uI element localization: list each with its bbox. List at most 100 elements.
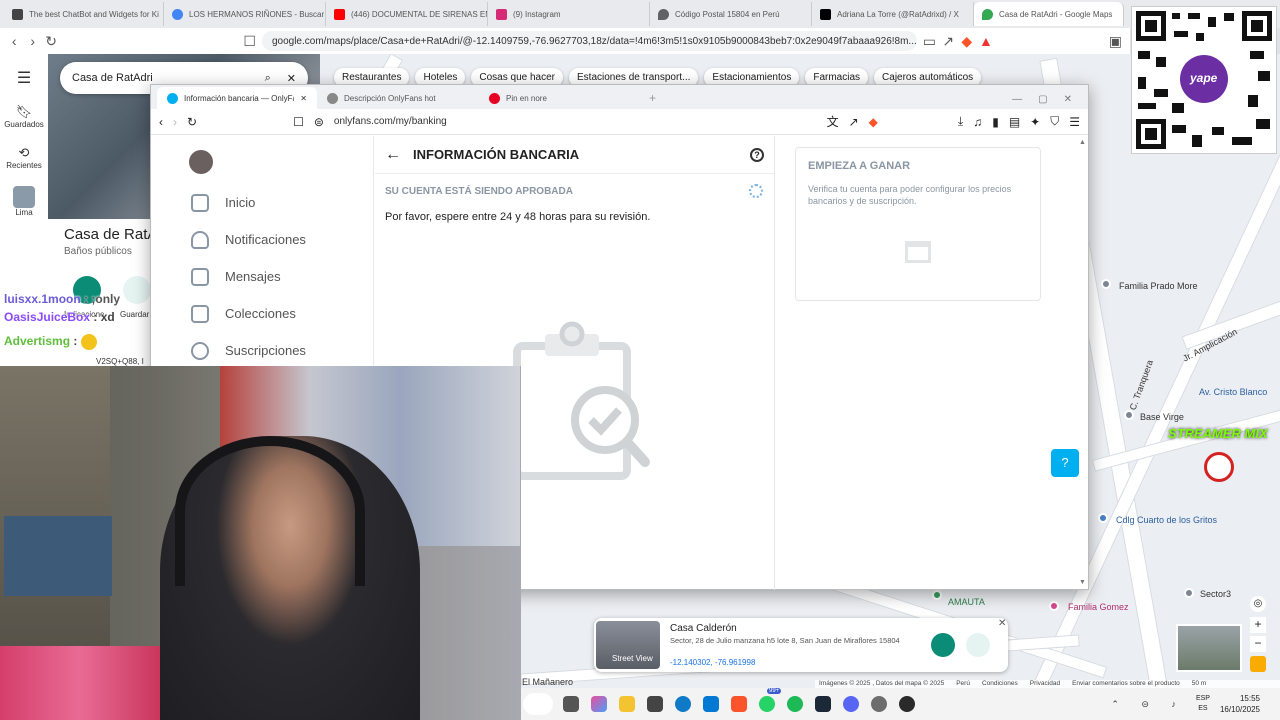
search-input[interactable]: Casa de RatAdri — [72, 72, 265, 84]
emote-icon — [80, 334, 97, 350]
app-icon[interactable] — [871, 696, 887, 712]
copilot-icon[interactable] — [591, 696, 607, 712]
app-icon[interactable] — [647, 696, 663, 712]
scroll-up-icon[interactable]: ▲ — [1079, 139, 1086, 146]
file-explorer-icon[interactable] — [619, 696, 635, 712]
map-pin[interactable] — [1101, 279, 1111, 289]
wallet-icon[interactable]: ▤ — [1009, 115, 1020, 129]
chat-user: luisxx.1moon — [4, 292, 81, 306]
browser-tab[interactable]: LOS HERMANOS RIÑONES - Buscar — [164, 2, 326, 26]
search-icon[interactable]: ⌕ — [265, 72, 271, 85]
spotify-icon[interactable] — [787, 696, 803, 712]
sidebar-icon[interactable]: ▮ — [992, 115, 999, 129]
zoom-in-button[interactable]: + — [1250, 617, 1266, 633]
bookmark-icon[interactable]: ☐ — [293, 115, 304, 129]
browser-tab[interactable]: (9) Instagram — [488, 2, 650, 26]
back-arrow-icon[interactable]: ← — [385, 146, 401, 164]
close-icon[interactable]: ✕ — [287, 72, 296, 85]
url-field[interactable]: google.com/maps/place/Casa+de+RatAdri/@-… — [261, 31, 917, 51]
reload-icon[interactable]: ↻ — [187, 115, 197, 129]
sidebar-item-label: Recientes — [6, 161, 42, 170]
scroll-down-icon[interactable]: ▼ — [1079, 579, 1086, 586]
directions-button[interactable] — [931, 633, 955, 657]
taskbar-search[interactable] — [523, 693, 553, 715]
music-icon[interactable]: ♫ — [973, 115, 982, 129]
browser-tab-active[interactable]: Casa de RatAdri - Google Maps — [974, 2, 1124, 26]
inner-tab-active[interactable]: Información bancaria — OnlyFans ✕ — [157, 87, 317, 109]
locate-me-icon[interactable]: ◎ — [1250, 596, 1266, 612]
window-controls: —▢✕ — [1012, 94, 1088, 105]
map-pin[interactable] — [1049, 601, 1059, 611]
inner-tab[interactable]: Descripción OnlyFans hot — [317, 87, 479, 109]
brave-shield-icon[interactable]: ◆ — [960, 33, 972, 50]
place-card-address: Sector, 28 de Julio manzana h5 lote 8, S… — [670, 636, 900, 645]
sidebar-item-saved[interactable]: 🔖︎ Guardados — [4, 104, 44, 129]
forward-icon[interactable]: › — [173, 115, 177, 129]
browser-tab[interactable]: Código Postal 15804 en Perú — [650, 2, 812, 26]
rewards-icon[interactable]: ▲ — [979, 33, 993, 49]
leo-icon[interactable]: ✦ — [1030, 115, 1040, 129]
inner-tab[interactable]: Pin en nore — [479, 87, 641, 109]
bookmark-icon[interactable]: ☐ — [243, 33, 256, 50]
site-info-icon[interactable]: ⊜ — [314, 115, 324, 129]
browser-tab[interactable]: (446) DOCUMENTAL DE SIRENAS EN — [326, 2, 488, 26]
inner-tab-bar: Información bancaria — OnlyFans ✕ Descrip… — [151, 85, 1088, 109]
brave-shield-icon[interactable]: ◆ — [869, 115, 878, 129]
menu-item-subscriptions[interactable]: Suscripciones — [151, 332, 373, 369]
sidebar-item-recent[interactable]: ⟲ Recientes — [6, 145, 42, 170]
browser-tab[interactable]: The best ChatBot and Widgets for Ki — [4, 2, 164, 26]
map-pin[interactable] — [1124, 410, 1134, 420]
map-pin[interactable] — [1184, 588, 1194, 598]
language-indicator[interactable]: ESP ES — [1196, 694, 1210, 714]
place-card[interactable]: Street View Casa Calderón Sector, 28 de … — [594, 618, 1008, 672]
street-view-minimap[interactable] — [1176, 624, 1242, 672]
back-icon[interactable]: ‹ — [8, 33, 20, 49]
sidebar-toggle-icon[interactable]: ▣ — [1109, 33, 1122, 50]
sidebar-item-lima[interactable]: Lima — [13, 186, 35, 217]
menu-item-collections[interactable]: Colecciones — [151, 295, 373, 332]
close-icon[interactable]: ✕ — [998, 618, 1006, 629]
clock[interactable]: 15:55 16/10/2025 — [1220, 693, 1260, 715]
map-pin[interactable] — [1098, 513, 1108, 523]
forward-icon[interactable]: › — [26, 33, 38, 49]
new-tab-icon[interactable]: + — [649, 91, 656, 105]
browser-tab[interactable]: Adriana La Torre (@RatAdrixd) / X — [812, 2, 974, 26]
vpn-icon[interactable]: ⛉ — [1050, 114, 1059, 129]
menu-item-messages[interactable]: Mensajes — [151, 258, 373, 295]
pinterest-icon — [489, 92, 500, 104]
headphones — [175, 436, 365, 586]
store-icon[interactable] — [703, 696, 719, 712]
edge-icon[interactable] — [675, 696, 691, 712]
inner-url-field[interactable]: onlyfans.com/my/banking — [334, 116, 817, 127]
menu-icon[interactable]: ☰ — [1069, 115, 1080, 129]
share-button[interactable] — [966, 633, 990, 657]
tray-icons[interactable]: ⌃ ⊝ ♪ — [1111, 699, 1186, 710]
pegman-icon[interactable] — [1250, 656, 1266, 672]
menu-icon[interactable]: ☰ — [17, 68, 31, 88]
whatsapp-icon[interactable]: 99+ — [759, 688, 782, 712]
save-button[interactable] — [123, 276, 151, 304]
screenshot-icon[interactable]: ▭ — [923, 33, 936, 50]
reload-icon[interactable]: ↻ — [45, 33, 57, 50]
help-icon[interactable]: ? — [750, 147, 764, 162]
discord-icon[interactable] — [843, 696, 859, 712]
zoom-out-button[interactable]: − — [1250, 636, 1266, 652]
task-view-icon[interactable] — [563, 696, 579, 712]
share-icon[interactable]: ↗ — [849, 115, 859, 129]
download-icon[interactable]: ⤓ — [958, 114, 963, 129]
google-icon — [172, 8, 183, 20]
brave-icon[interactable] — [731, 696, 747, 712]
menu-item-notifications[interactable]: Notificaciones — [151, 221, 373, 258]
obs-icon[interactable] — [899, 696, 915, 712]
status-text: Por favor, espere entre 24 y 48 horas pa… — [385, 211, 651, 223]
map-pin[interactable] — [932, 590, 942, 600]
help-chat-button[interactable]: ? — [1051, 449, 1079, 477]
share-icon[interactable]: ↗ — [942, 33, 954, 50]
menu-item-home[interactable]: Inicio — [151, 184, 373, 221]
avatar[interactable] — [189, 150, 213, 174]
steam-icon[interactable] — [815, 696, 831, 712]
back-icon[interactable]: ‹ — [159, 115, 163, 129]
translate-icon[interactable]: 文 — [827, 113, 839, 130]
bank-icon — [905, 241, 931, 264]
close-tab-icon[interactable]: ✕ — [300, 94, 307, 103]
